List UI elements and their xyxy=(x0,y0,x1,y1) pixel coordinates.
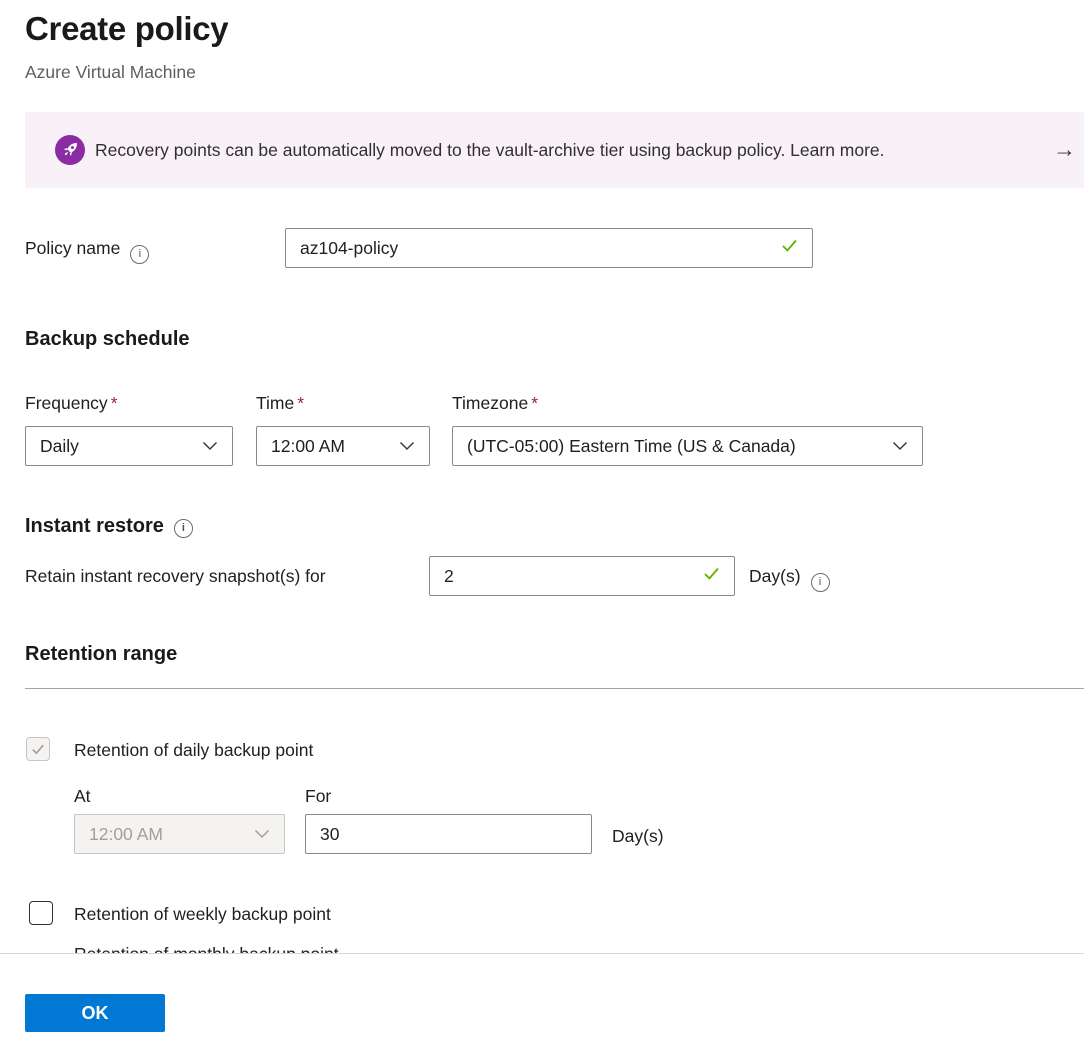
create-policy-blade: Create policy Azure Virtual Machine Reco… xyxy=(0,0,1084,1040)
chevron-down-icon xyxy=(892,441,908,451)
frequency-label: Frequency* xyxy=(25,393,118,414)
chevron-down-icon xyxy=(202,441,218,451)
retention-range-heading: Retention range xyxy=(25,643,177,666)
time-dropdown[interactable]: 12:00 AM xyxy=(256,426,430,466)
frequency-dropdown[interactable]: Daily xyxy=(25,426,233,466)
policy-name-field xyxy=(285,228,813,268)
info-icon[interactable]: i xyxy=(130,245,149,264)
chevron-down-icon xyxy=(254,829,270,839)
daily-retention-checkbox xyxy=(26,737,50,761)
info-icon[interactable]: i xyxy=(174,519,193,538)
time-value: 12:00 AM xyxy=(271,436,345,457)
required-marker: * xyxy=(111,393,118,413)
section-divider xyxy=(25,688,1084,689)
rocket-icon xyxy=(55,135,85,165)
snapshot-unit-label: Day(s)i xyxy=(749,566,830,592)
instant-restore-heading: Instant restorei xyxy=(25,515,193,538)
policy-name-input[interactable] xyxy=(300,238,771,259)
daily-for-input[interactable] xyxy=(320,824,579,845)
required-marker: * xyxy=(531,393,538,413)
weekly-retention-label: Retention of weekly backup point xyxy=(74,904,331,925)
arrow-right-icon: → xyxy=(1053,112,1076,188)
timezone-value: (UTC-05:00) Eastern Time (US & Canada) xyxy=(467,436,796,457)
ok-button[interactable]: OK xyxy=(25,994,165,1032)
banner-message: Recovery points can be automatically mov… xyxy=(95,112,885,188)
vault-archive-banner[interactable]: Recovery points can be automatically mov… xyxy=(25,112,1084,188)
timezone-label: Timezone* xyxy=(452,393,538,414)
blade-footer: OK xyxy=(0,953,1084,1040)
daily-for-label: For xyxy=(305,786,331,807)
chevron-down-icon xyxy=(399,441,415,451)
timezone-dropdown[interactable]: (UTC-05:00) Eastern Time (US & Canada) xyxy=(452,426,923,466)
backup-schedule-heading: Backup schedule xyxy=(25,328,190,351)
daily-at-value: 12:00 AM xyxy=(89,824,163,845)
daily-unit-label: Day(s) xyxy=(612,826,664,847)
instant-restore-label: Retain instant recovery snapshot(s) for xyxy=(25,566,326,587)
page-subtitle: Azure Virtual Machine xyxy=(25,62,196,83)
page-title: Create policy xyxy=(25,10,228,48)
blade-scroll-content: Create policy Azure Virtual Machine Reco… xyxy=(0,0,1084,953)
frequency-value: Daily xyxy=(40,436,79,457)
valid-check-icon xyxy=(779,235,800,261)
daily-at-dropdown: 12:00 AM xyxy=(74,814,285,854)
daily-at-label: At xyxy=(74,786,91,807)
snapshot-retention-field xyxy=(429,556,735,596)
valid-check-icon xyxy=(701,563,722,589)
required-marker: * xyxy=(297,393,304,413)
info-icon[interactable]: i xyxy=(811,573,830,592)
daily-for-field xyxy=(305,814,592,854)
daily-retention-label: Retention of daily backup point xyxy=(74,740,313,761)
policy-name-label: Policy namei xyxy=(25,238,149,264)
time-label: Time* xyxy=(256,393,304,414)
monthly-retention-label-clipped: Retention of monthly backup point xyxy=(74,944,339,953)
weekly-retention-checkbox[interactable] xyxy=(29,901,53,925)
snapshot-retention-input[interactable] xyxy=(444,566,693,587)
